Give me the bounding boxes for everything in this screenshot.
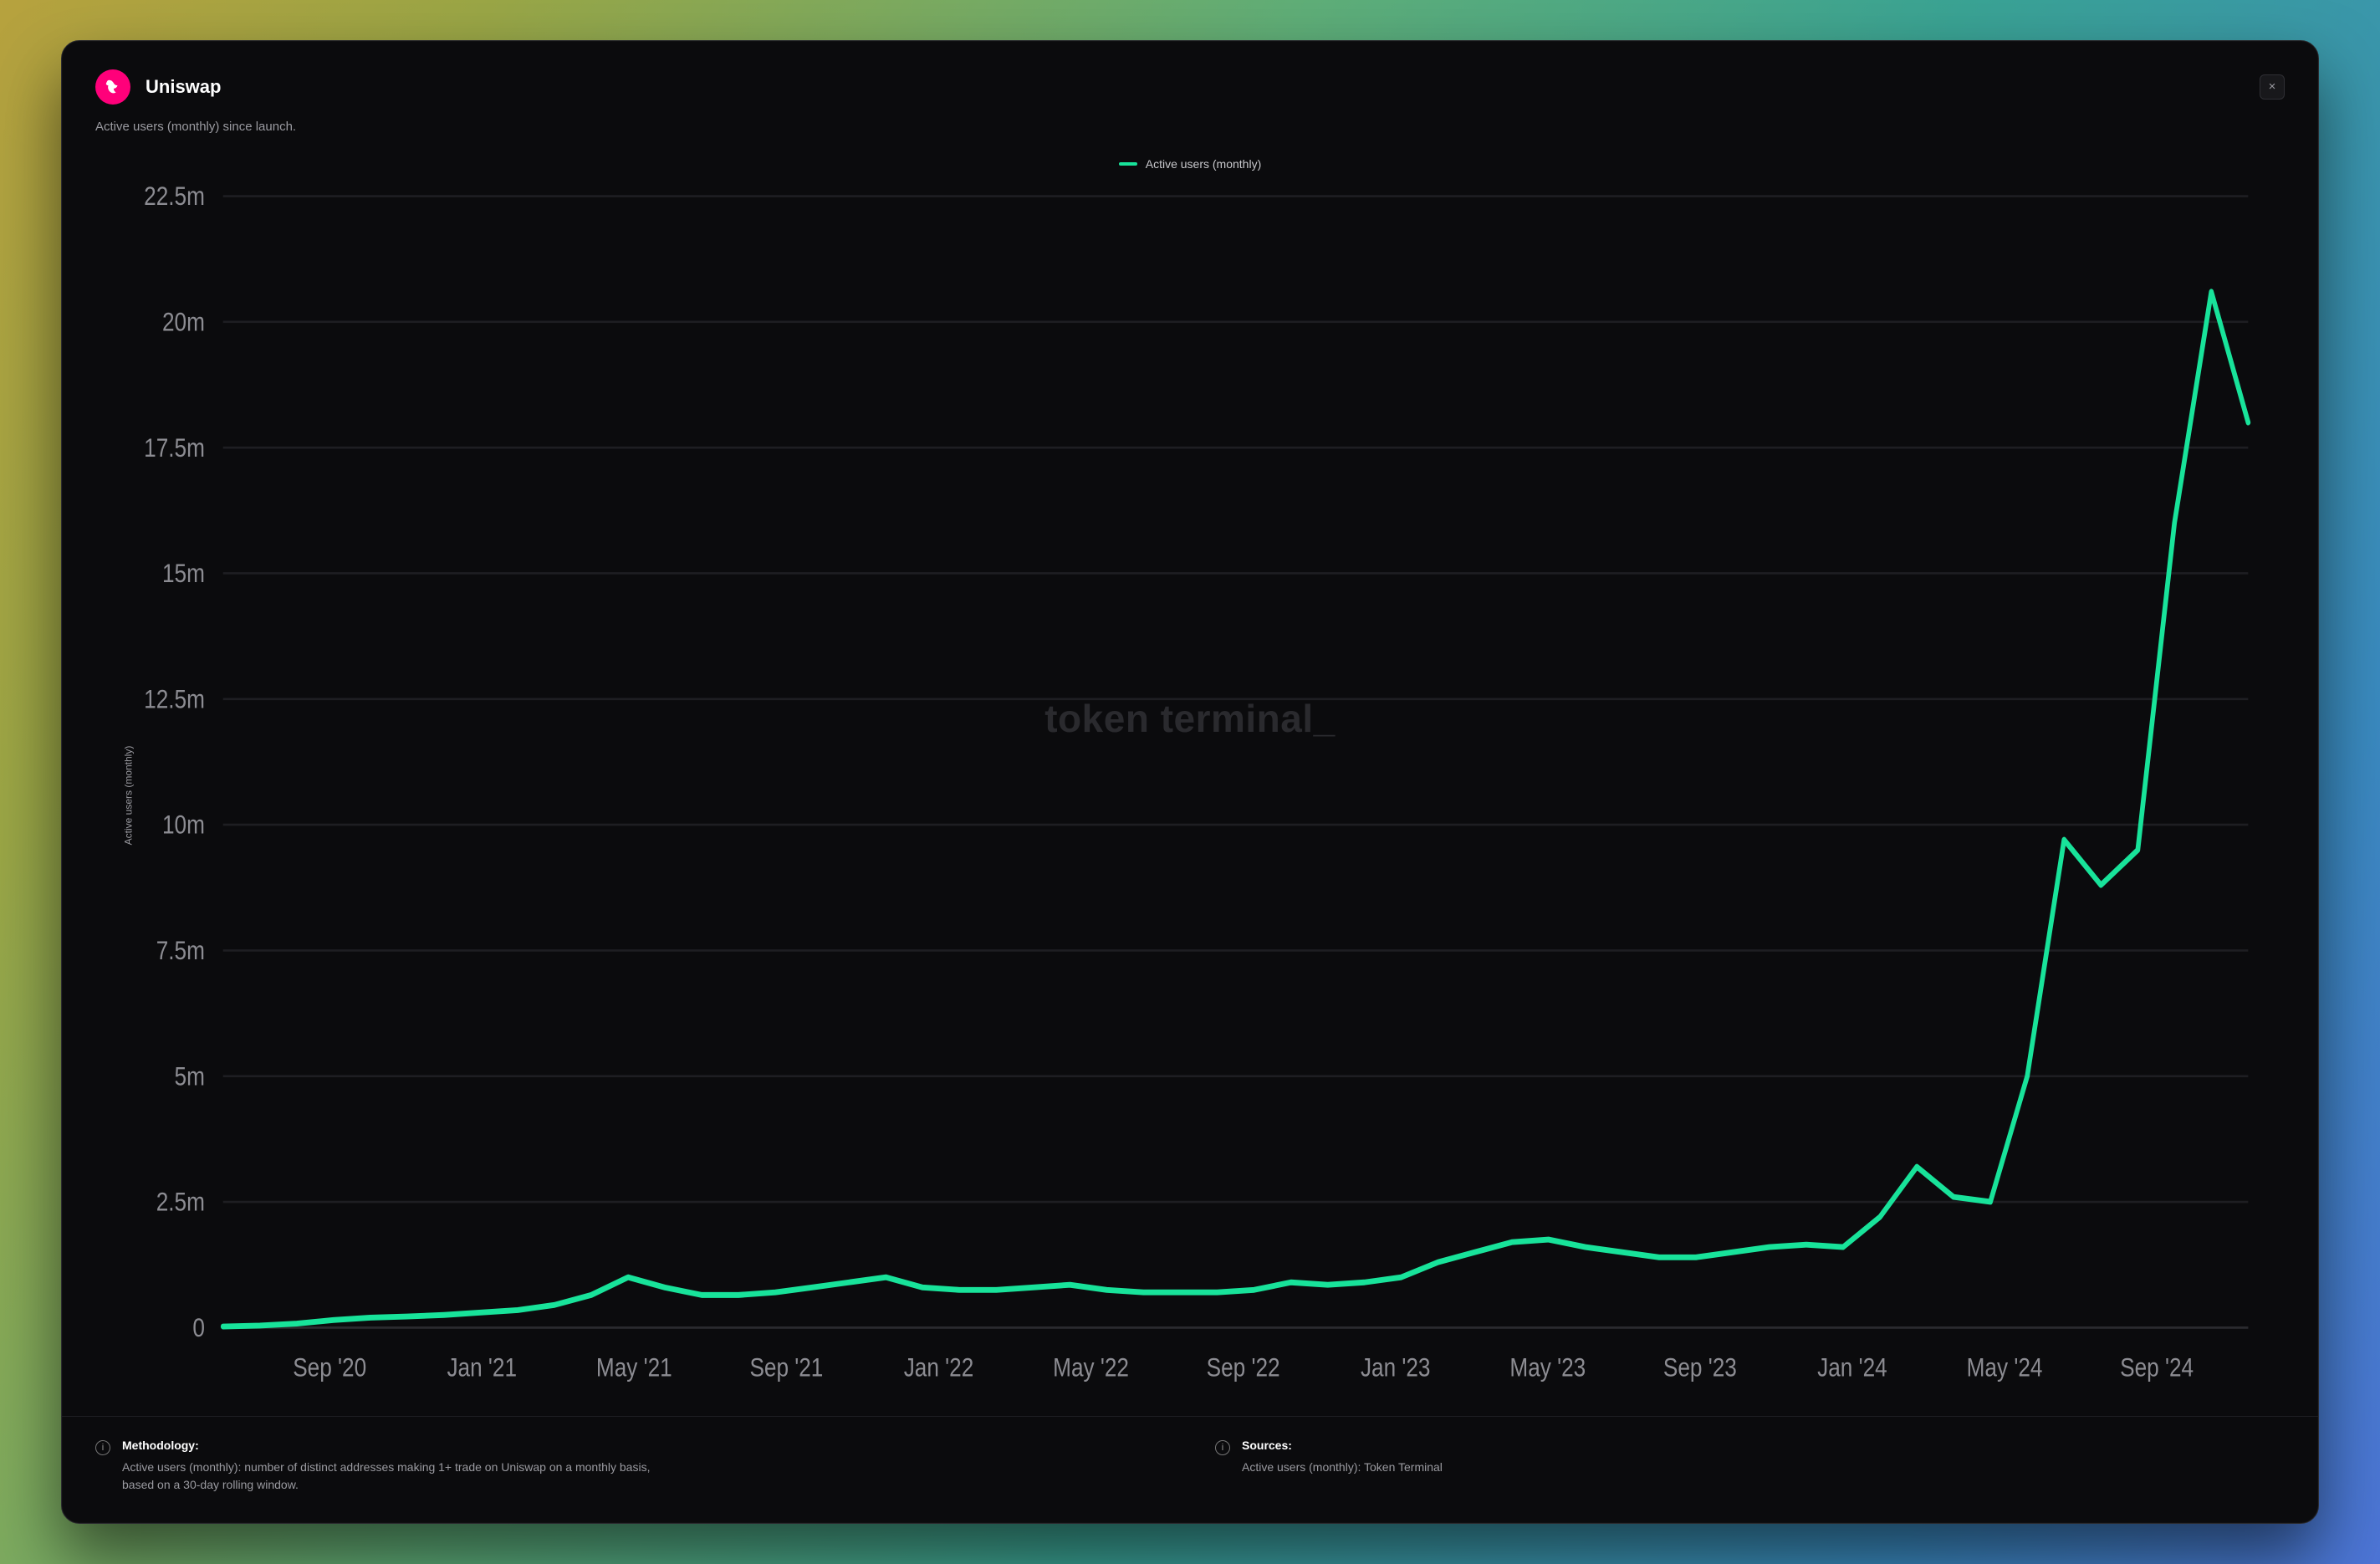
svg-text:10m: 10m <box>162 810 205 840</box>
svg-text:17.5m: 17.5m <box>144 433 205 463</box>
legend-series-label: Active users (monthly) <box>1146 157 1261 171</box>
methodology-body: Active users (monthly): number of distin… <box>122 1459 657 1493</box>
info-icon: i <box>95 1440 110 1455</box>
svg-text:Sep '22: Sep '22 <box>1207 1353 1280 1383</box>
uniswap-logo-icon <box>95 69 130 105</box>
svg-text:Jan '23: Jan '23 <box>1361 1353 1431 1383</box>
header: Uniswap × <box>62 41 2318 105</box>
svg-text:0: 0 <box>192 1314 205 1343</box>
legend-swatch-icon <box>1119 162 1137 166</box>
footer-methodology: i Methodology: Active users (monthly): n… <box>95 1439 1165 1493</box>
svg-text:Jan '21: Jan '21 <box>447 1353 517 1383</box>
project-name: Uniswap <box>146 76 221 98</box>
svg-text:Sep '21: Sep '21 <box>749 1353 823 1383</box>
svg-text:May '24: May '24 <box>1967 1353 2043 1383</box>
svg-text:May '21: May '21 <box>596 1353 672 1383</box>
svg-text:Jan '22: Jan '22 <box>904 1353 974 1383</box>
y-axis-label: Active users (monthly) <box>122 745 134 845</box>
svg-text:7.5m: 7.5m <box>156 937 205 966</box>
footer-sources: i Sources: Active users (monthly): Token… <box>1215 1439 2285 1493</box>
svg-text:May '22: May '22 <box>1053 1353 1129 1383</box>
svg-text:Jan '24: Jan '24 <box>1817 1353 1887 1383</box>
svg-text:Sep '20: Sep '20 <box>293 1353 366 1383</box>
svg-text:22.5m: 22.5m <box>144 182 205 212</box>
sources-title: Sources: <box>1242 1439 1443 1452</box>
svg-text:5m: 5m <box>175 1062 205 1091</box>
chart-area: token terminal Active users (monthly) 02… <box>62 174 2318 1416</box>
sources-body: Active users (monthly): Token Terminal <box>1242 1459 1443 1475</box>
chart-subtitle: Active users (monthly) since launch. <box>62 105 2318 134</box>
info-icon: i <box>1215 1440 1230 1455</box>
svg-text:May '23: May '23 <box>1509 1353 1586 1383</box>
chart-svg: 0 2.5m 5m 7.5m 10m 12.5m 15m 17.5m 20m 22.5m Sep '… <box>95 174 2285 1416</box>
close-button[interactable]: × <box>2260 74 2285 100</box>
footer: i Methodology: Active users (monthly): n… <box>62 1416 2318 1523</box>
svg-text:2.5m: 2.5m <box>156 1188 205 1217</box>
app-window: Uniswap × Active users (monthly) since l… <box>61 40 2319 1524</box>
chart-legend: Active users (monthly) <box>62 134 2318 174</box>
close-icon: × <box>2269 79 2276 94</box>
svg-text:12.5m: 12.5m <box>144 685 205 714</box>
svg-text:Sep '24: Sep '24 <box>2120 1353 2194 1383</box>
svg-text:20m: 20m <box>162 308 205 337</box>
svg-text:Sep '23: Sep '23 <box>1663 1353 1737 1383</box>
methodology-title: Methodology: <box>122 1439 657 1452</box>
svg-text:15m: 15m <box>162 560 205 589</box>
